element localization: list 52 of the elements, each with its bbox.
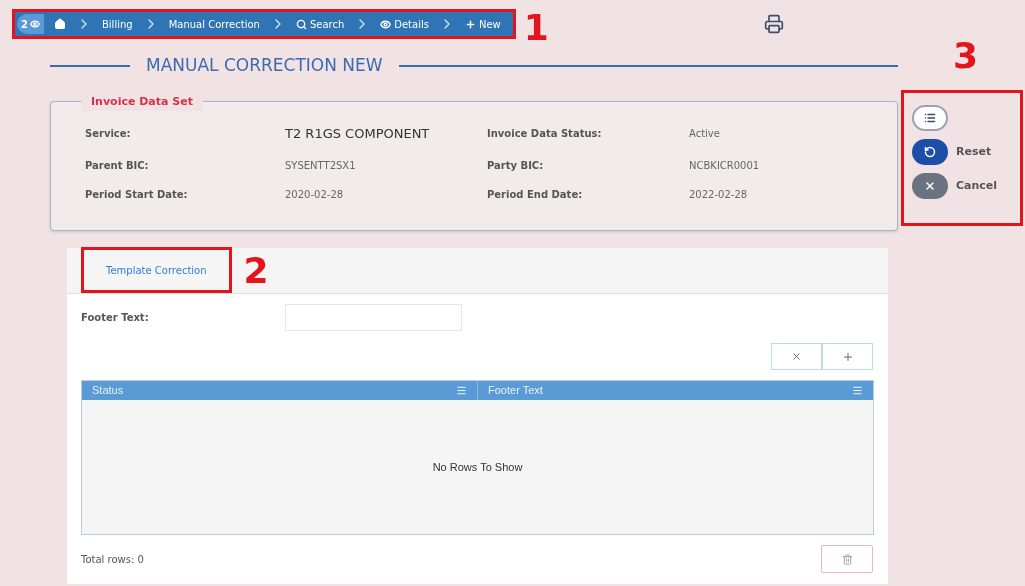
breadcrumb-link[interactable]: Details [370,14,439,34]
search-icon [295,18,307,30]
list-icon [924,112,936,124]
list-button[interactable] [912,105,948,131]
close-icon [791,351,802,362]
remove-button[interactable] [771,343,822,370]
column-header: Status [92,383,124,399]
reset-button[interactable] [912,139,948,165]
breadcrumb-link[interactable]: Billing [91,14,143,34]
menu-icon[interactable] [456,385,467,396]
column-header: Footer Text [488,383,543,399]
field-value: T2 R1GS COMPONENT [285,125,431,143]
field-value: NCBKICR0001 [689,158,761,173]
action-label: Reset [956,143,992,160]
cancel-button[interactable] [912,173,948,199]
breadcrumb-link[interactable]: Search [285,14,355,34]
eye-icon [29,19,40,29]
callout-number: 2 [243,252,269,289]
section-legend: Invoice Data Set [81,94,203,111]
plus-icon [464,18,476,30]
action-label: Cancel [956,177,998,194]
empty-message: No Rows To Show [432,459,523,475]
trash-icon [841,553,853,565]
field-label: Period Start Date: [85,187,189,202]
field-label: Period End Date: [487,187,584,202]
add-button[interactable] [822,343,873,370]
close-icon [924,180,936,192]
eye-icon [380,18,392,30]
field-value: SYSENTT2SX1 [285,158,357,173]
field-label: Parent BIC: [85,158,150,173]
page-title: MANUAL CORRECTION NEW [146,54,383,78]
menu-icon[interactable] [852,385,863,396]
field-label: Footer Text: [81,311,150,325]
callout-number: 3 [953,38,980,78]
printer-icon[interactable] [763,14,784,34]
footer-text-input[interactable] [285,304,462,331]
plus-icon [841,350,854,363]
counter-badge[interactable]: 2 [17,14,44,34]
field-value: 2022-02-28 [689,187,749,202]
callout-number: 1 [523,10,549,46]
tab[interactable]: Template Correction [81,247,232,293]
field-value: Active [689,127,721,142]
delete-button[interactable] [821,545,873,573]
undo-icon [924,146,936,158]
home-icon [53,18,66,30]
field-label: Service: [85,127,132,142]
field-label: Invoice Data Status: [487,127,603,142]
field-value: 2020-02-28 [285,187,345,202]
breadcrumb-link[interactable]: New [454,14,511,34]
breadcrumb-link[interactable]: Manual Correction [158,14,270,34]
field-label: Party BIC: [487,158,545,173]
total-rows: Total rows: 0 [81,551,144,567]
